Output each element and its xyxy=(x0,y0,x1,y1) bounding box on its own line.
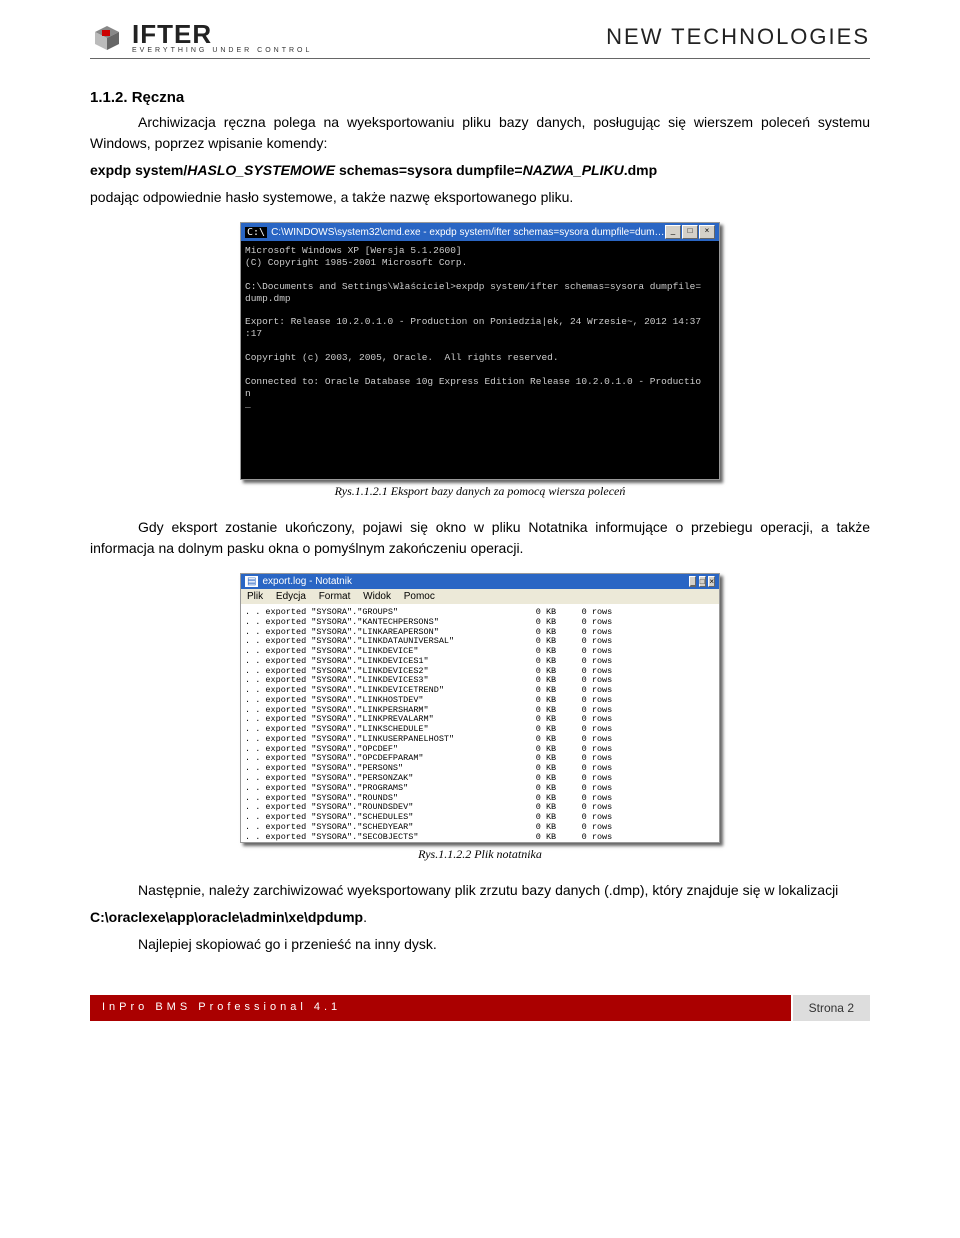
section-heading: 1.1.2. Ręczna xyxy=(90,89,870,106)
menu-file[interactable]: Plik xyxy=(247,591,263,602)
figure2-caption: Rys.1.1.2.2 Plik notatnika xyxy=(90,847,870,862)
figure1-caption: Rys.1.1.2.1 Eksport bazy danych za pomoc… xyxy=(90,484,870,499)
cmd-titlebar: C:\ C:\WINDOWS\system32\cmd.exe - expdp s… xyxy=(241,223,719,241)
menu-help[interactable]: Pomoc xyxy=(404,591,435,602)
maximize-icon[interactable]: □ xyxy=(682,225,698,239)
logo-tagline: EVERYTHING UNDER CONTROL xyxy=(132,47,312,54)
cmd-title-icon: C:\ xyxy=(245,227,267,238)
logo-icon xyxy=(90,20,124,54)
close-icon[interactable]: × xyxy=(708,576,715,587)
menu-format[interactable]: Format xyxy=(319,591,351,602)
minimize-icon[interactable]: _ xyxy=(665,225,681,239)
logo-block: IFTER EVERYTHING UNDER CONTROL xyxy=(90,20,312,54)
explain-paragraph: podając odpowiednie hasło systemowe, a t… xyxy=(90,187,870,208)
cmd-suffix: .dmp xyxy=(624,162,657,178)
notepad-menubar[interactable]: Plik Edycja Format Widok Pomoc xyxy=(241,589,719,604)
cmd-title-text: C:\WINDOWS\system32\cmd.exe - expdp syst… xyxy=(271,227,665,238)
notepad-content: . . exported "SYSORA"."GROUPS" 0 KB 0 ro… xyxy=(241,604,719,842)
cmd-mid: schemas=sysora dumpfile= xyxy=(335,162,523,178)
cmd-filename-placeholder: NAZWA_PLIKU xyxy=(523,162,624,178)
notepad-icon: ▤ xyxy=(245,576,258,587)
close-icon[interactable]: × xyxy=(699,225,715,239)
menu-view[interactable]: Widok xyxy=(363,591,391,602)
footer-page-number: Strona 2 xyxy=(791,995,870,1021)
header-right-text: NEW TECHNOLOGIES xyxy=(606,24,870,50)
logo-main-text: IFTER xyxy=(132,21,312,47)
page-header: IFTER EVERYTHING UNDER CONTROL NEW TECHN… xyxy=(90,20,870,59)
dump-path: C:\oraclexe\app\oracle\admin\xe\dpdump xyxy=(90,909,363,925)
cmd-password-placeholder: HASLO_SYSTEMOWE xyxy=(187,162,335,178)
tail-paragraph-1: Następnie, należy zarchiwizować wyekspor… xyxy=(90,880,870,901)
notepad-titlebar: ▤ export.log - Notatnik _ □ × xyxy=(241,574,719,589)
command-line: expdp system/HASLO_SYSTEMOWE schemas=sys… xyxy=(90,160,870,181)
tail-path-line: C:\oraclexe\app\oracle\admin\xe\dpdump. xyxy=(90,907,870,928)
cmd-output: Microsoft Windows XP [Wersja 5.1.2600] (… xyxy=(241,241,719,479)
cmd-prefix: expdp system/ xyxy=(90,162,187,178)
page-footer: InPro BMS Professional 4.1 Strona 2 xyxy=(90,995,870,1021)
mid-paragraph: Gdy eksport zostanie ukończony, pojawi s… xyxy=(90,517,870,559)
minimize-icon[interactable]: _ xyxy=(689,576,695,587)
menu-edit[interactable]: Edycja xyxy=(276,591,306,602)
footer-product: InPro BMS Professional 4.1 xyxy=(90,995,791,1021)
figure-cmd-window: C:\ C:\WINDOWS\system32\cmd.exe - expdp s… xyxy=(240,222,720,480)
figure-notepad-window: ▤ export.log - Notatnik _ □ × Plik Edycja… xyxy=(240,573,720,843)
maximize-icon[interactable]: □ xyxy=(699,576,706,587)
tail-paragraph-2: Najlepiej skopiować go i przenieść na in… xyxy=(90,934,870,955)
intro-paragraph: Archiwizacja ręczna polega na wyeksporto… xyxy=(90,112,870,154)
notepad-title-text: export.log - Notatnik xyxy=(262,576,352,587)
